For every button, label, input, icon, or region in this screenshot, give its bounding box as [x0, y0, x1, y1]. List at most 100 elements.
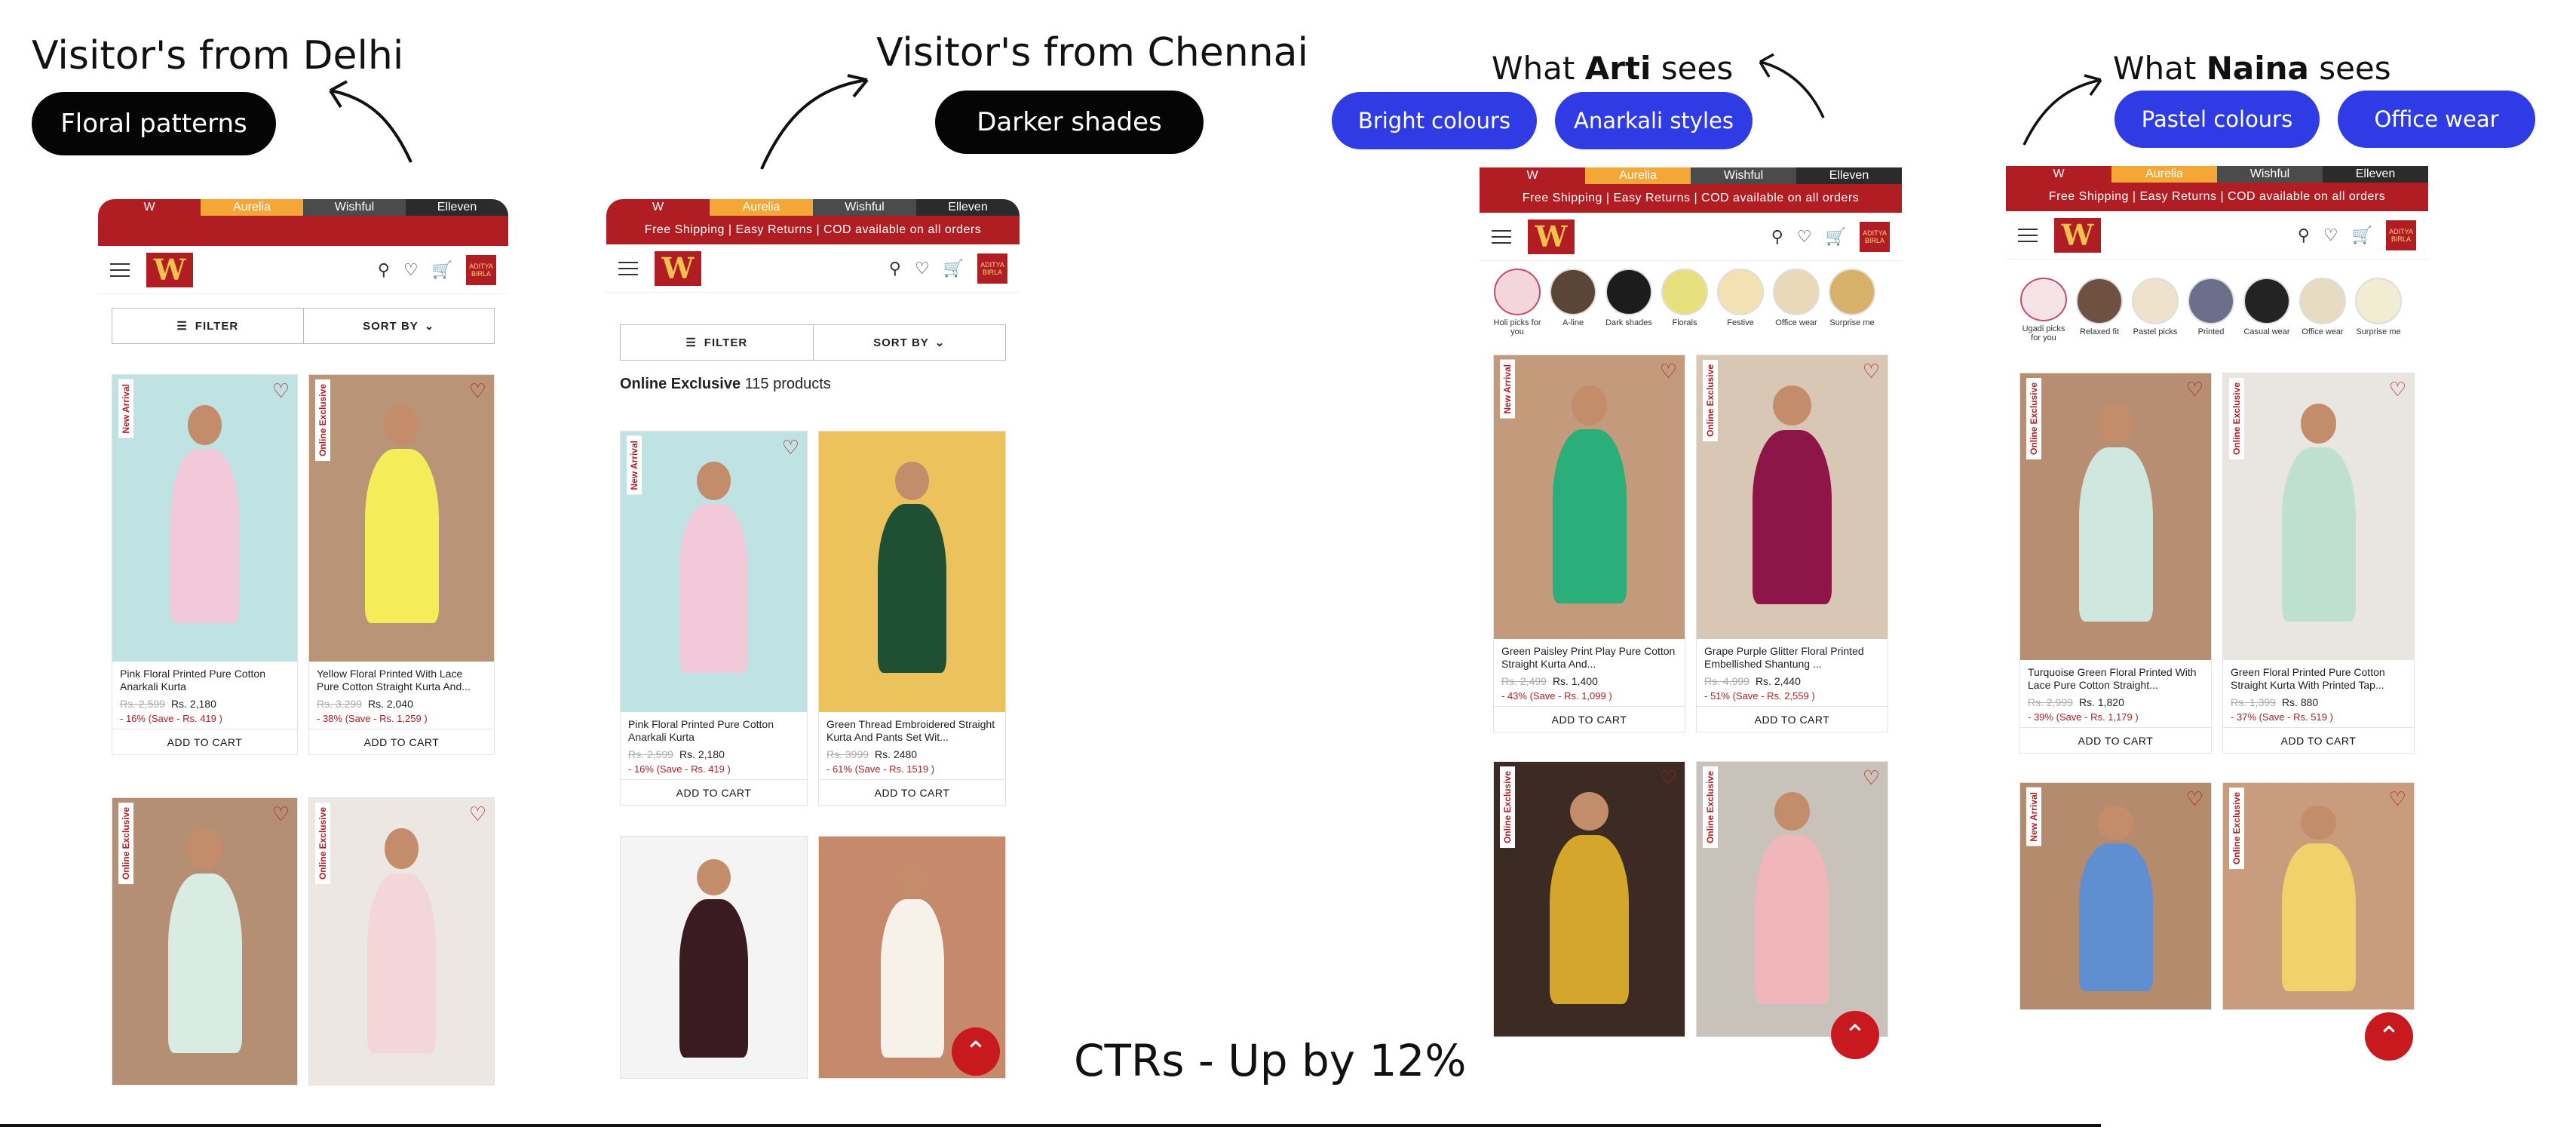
- product-card[interactable]: Online Exclusive ♡: [308, 797, 495, 1086]
- product-card[interactable]: Online Exclusive ♡ Turquoise Green Flora…: [2019, 373, 2212, 754]
- product-image[interactable]: Online Exclusive ♡: [2020, 373, 2211, 660]
- product-card[interactable]: Green Thread Embroidered Straight Kurta …: [818, 431, 1006, 806]
- sort-button[interactable]: SORT BY ⌄: [303, 308, 495, 344]
- category-chip[interactable]: Relaxed fit: [2075, 278, 2124, 342]
- product-card[interactable]: Online Exclusive ♡ Green Floral Printed …: [2222, 373, 2415, 754]
- category-chip[interactable]: Ugadi picks for you: [2019, 278, 2068, 342]
- brand-logo[interactable]: W: [655, 250, 701, 286]
- brand-tab-w[interactable]: W: [606, 199, 710, 216]
- product-image[interactable]: [819, 431, 1005, 712]
- sort-button[interactable]: SORT BY ⌄: [813, 324, 1006, 361]
- brand-tab-aurelia[interactable]: Aurelia: [1585, 167, 1691, 184]
- wishlist-heart-icon[interactable]: ♡: [2186, 378, 2203, 401]
- product-card[interactable]: Online Exclusive ♡ Grape Purple Glitter …: [1696, 355, 1888, 732]
- product-image[interactable]: Online Exclusive ♡: [1697, 762, 1888, 1036]
- add-to-cart-button[interactable]: ADD TO CART: [2223, 727, 2414, 753]
- brand-tab-w[interactable]: W: [1480, 167, 1585, 184]
- product-image[interactable]: New Arrival ♡: [1494, 355, 1685, 639]
- wishlist-heart-icon[interactable]: ♡: [469, 803, 486, 826]
- product-card[interactable]: New Arrival ♡: [2019, 782, 2212, 1010]
- product-image[interactable]: Online Exclusive ♡: [1697, 355, 1888, 639]
- product-name[interactable]: Turquoise Green Floral Printed With Lace…: [2020, 660, 2211, 693]
- product-card[interactable]: Online Exclusive ♡: [1493, 761, 1685, 1037]
- brand-tab-wishful[interactable]: Wishful: [2217, 166, 2323, 183]
- product-name[interactable]: Green Paisley Print Play Pure Cotton Str…: [1494, 639, 1685, 672]
- add-to-cart-button[interactable]: ADD TO CART: [2020, 727, 2211, 753]
- product-image[interactable]: Online Exclusive ♡: [2223, 783, 2414, 1009]
- brand-tab-w[interactable]: W: [98, 199, 201, 216]
- hamburger-icon[interactable]: [110, 263, 130, 277]
- product-card[interactable]: New Arrival ♡ Green Paisley Print Play P…: [1493, 355, 1685, 732]
- add-to-cart-button[interactable]: ADD TO CART: [112, 729, 297, 754]
- product-name[interactable]: Yellow Floral Printed With Lace Pure Cot…: [309, 662, 494, 695]
- wishlist-heart-icon[interactable]: ♡: [2389, 788, 2406, 811]
- search-icon[interactable]: ⚲: [2298, 226, 2310, 245]
- product-card[interactable]: Online Exclusive ♡: [2222, 782, 2415, 1010]
- filter-button[interactable]: ☰ FILTER: [620, 324, 814, 361]
- wishlist-heart-icon[interactable]: ♡: [469, 379, 486, 403]
- brand-tab-elleven[interactable]: Elleven: [2323, 166, 2428, 183]
- product-image[interactable]: New Arrival ♡: [112, 375, 297, 662]
- heart-icon[interactable]: ♡: [1797, 227, 1812, 247]
- scroll-to-top-button[interactable]: ⌃: [952, 1027, 1000, 1076]
- brand-logo[interactable]: W: [146, 252, 193, 287]
- wishlist-heart-icon[interactable]: ♡: [1863, 360, 1880, 383]
- product-card[interactable]: New Arrival ♡ Pink Floral Printed Pure C…: [112, 374, 298, 755]
- product-image[interactable]: Online Exclusive ♡: [309, 375, 494, 662]
- search-icon[interactable]: ⚲: [1771, 227, 1783, 247]
- product-card[interactable]: [620, 836, 808, 1079]
- category-chip[interactable]: Dark shades: [1605, 269, 1653, 344]
- search-icon[interactable]: ⚲: [889, 259, 901, 278]
- brand-tab-w[interactable]: W: [2006, 166, 2111, 183]
- cart-icon[interactable]: 🛒: [1826, 227, 1846, 247]
- product-name[interactable]: Green Thread Embroidered Straight Kurta …: [819, 712, 1005, 745]
- scroll-to-top-button[interactable]: ⌃: [2365, 1012, 2413, 1061]
- wishlist-heart-icon[interactable]: ♡: [1863, 766, 1880, 790]
- heart-icon[interactable]: ♡: [403, 260, 419, 280]
- product-name[interactable]: Green Floral Printed Pure Cotton Straigh…: [2223, 660, 2414, 693]
- filter-button[interactable]: ☰ FILTER: [112, 308, 304, 344]
- brand-tab-aurelia[interactable]: Aurelia: [710, 199, 813, 216]
- cart-icon[interactable]: 🛒: [432, 260, 452, 280]
- hamburger-icon[interactable]: [1492, 229, 1511, 244]
- scroll-to-top-button[interactable]: ⌃: [1831, 1011, 1879, 1059]
- product-name[interactable]: Pink Floral Printed Pure Cotton Anarkali…: [621, 712, 807, 745]
- product-image[interactable]: Online Exclusive ♡: [112, 798, 297, 1085]
- brand-tab-elleven[interactable]: Elleven: [916, 199, 1020, 216]
- product-card[interactable]: Online Exclusive ♡ Yellow Floral Printed…: [308, 374, 495, 755]
- category-chip[interactable]: Florals: [1661, 269, 1709, 344]
- hamburger-icon[interactable]: [618, 261, 638, 275]
- brand-tab-aurelia[interactable]: Aurelia: [201, 199, 303, 216]
- brand-tab-elleven[interactable]: Elleven: [1796, 167, 1902, 184]
- category-chip[interactable]: Surprise me: [1828, 269, 1876, 344]
- product-image[interactable]: New Arrival ♡: [2020, 783, 2211, 1009]
- wishlist-heart-icon[interactable]: ♡: [2186, 788, 2203, 811]
- heart-icon[interactable]: ♡: [915, 259, 930, 278]
- product-image[interactable]: [621, 837, 807, 1078]
- add-to-cart-button[interactable]: ADD TO CART: [819, 779, 1005, 805]
- wishlist-heart-icon[interactable]: ♡: [2389, 378, 2406, 401]
- brand-tab-elleven[interactable]: Elleven: [406, 199, 508, 216]
- wishlist-heart-icon[interactable]: ♡: [272, 379, 290, 403]
- wishlist-heart-icon[interactable]: ♡: [782, 436, 799, 459]
- brand-tab-wishful[interactable]: Wishful: [1691, 167, 1796, 184]
- category-chip[interactable]: Office wear: [2298, 278, 2347, 342]
- hamburger-icon[interactable]: [2018, 228, 2038, 242]
- brand-tab-wishful[interactable]: Wishful: [303, 199, 406, 216]
- product-card[interactable]: Online Exclusive ♡: [1696, 761, 1888, 1037]
- product-card[interactable]: Online Exclusive ♡: [112, 797, 298, 1086]
- wishlist-heart-icon[interactable]: ♡: [272, 803, 290, 826]
- add-to-cart-button[interactable]: ADD TO CART: [309, 729, 494, 754]
- product-name[interactable]: Grape Purple Glitter Floral Printed Embe…: [1697, 639, 1888, 672]
- cart-icon[interactable]: 🛒: [943, 259, 964, 278]
- product-name[interactable]: Pink Floral Printed Pure Cotton Anarkali…: [112, 662, 297, 695]
- category-chip[interactable]: Pastel picks: [2131, 278, 2179, 342]
- add-to-cart-button[interactable]: ADD TO CART: [621, 779, 807, 805]
- heart-icon[interactable]: ♡: [2323, 226, 2338, 245]
- category-chip[interactable]: Office wear: [1772, 269, 1820, 344]
- brand-logo[interactable]: W: [2054, 217, 2101, 253]
- product-image[interactable]: Online Exclusive ♡: [309, 798, 494, 1085]
- product-image[interactable]: New Arrival ♡: [621, 431, 807, 712]
- cart-icon[interactable]: 🛒: [2352, 226, 2372, 245]
- category-chip[interactable]: Printed: [2187, 278, 2235, 342]
